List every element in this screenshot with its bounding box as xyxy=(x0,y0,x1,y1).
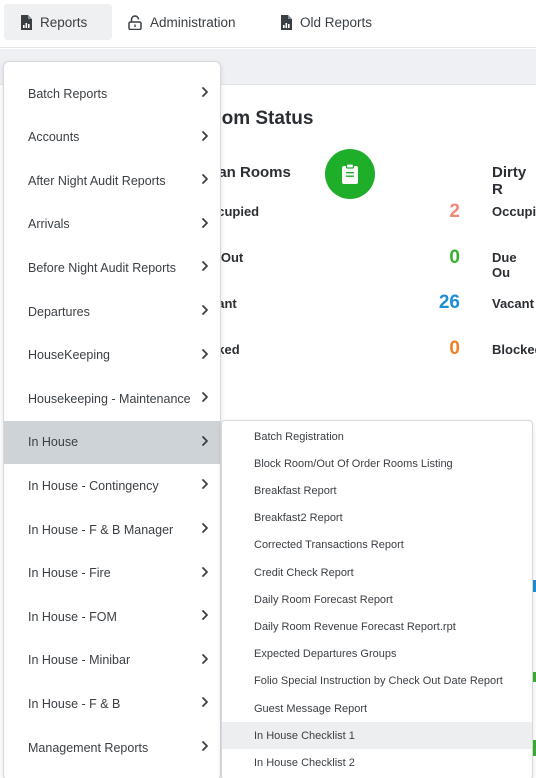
menu-item-label: In House - F & B xyxy=(28,696,121,711)
dirty-due-out-label: Due Ou xyxy=(492,250,517,280)
submenu-item-label: Expected Departures Groups xyxy=(254,648,397,661)
chevron-right-icon xyxy=(202,523,208,533)
tab-reports-label: Reports xyxy=(40,14,88,30)
tab-administration[interactable]: Administration xyxy=(128,4,258,40)
clipboard-icon xyxy=(325,149,375,199)
chevron-right-icon xyxy=(202,174,208,185)
menu-item-label: Arrivals xyxy=(28,217,70,232)
menu-item-label: In House - FOM xyxy=(28,609,117,624)
submenu-item-label: Folio Special Instruction by Check Out D… xyxy=(254,675,503,688)
dirty-rooms-heading: Dirty R xyxy=(492,164,527,198)
in-house-submenu: Batch Registration Block Room/Out Of Orde… xyxy=(221,420,533,778)
chevron-right-icon xyxy=(202,697,208,708)
report-file-icon xyxy=(281,14,292,30)
menu-item-housekeeping[interactable]: HouseKeeping xyxy=(4,334,220,377)
submenu-item-label: Daily Room Revenue Forecast Report.rpt xyxy=(254,620,456,633)
menu-item-in-house-f-b[interactable]: In House - F & B xyxy=(4,682,220,725)
submenu-item-daily-room-forecast-report[interactable]: Daily Room Forecast Report xyxy=(222,586,532,613)
dirty-vacant-label: Vacant xyxy=(492,296,534,311)
submenu-item-breakfast2-report[interactable]: Breakfast2 Report xyxy=(222,505,532,532)
submenu-item-batch-registration[interactable]: Batch Registration xyxy=(222,423,532,450)
menu-item-in-house-minibar[interactable]: In House - Minibar xyxy=(4,639,220,682)
menu-item-departures[interactable]: Departures xyxy=(4,290,220,333)
menu-item-label: In House - Fire xyxy=(28,566,111,581)
menu-item-label: After Night Audit Reports xyxy=(28,173,166,188)
chevron-right-icon xyxy=(202,479,208,490)
submenu-item-label: Credit Check Report xyxy=(254,566,354,579)
menu-item-in-house[interactable]: In House xyxy=(4,420,220,464)
menu-item-in-house-fire[interactable]: In House - Fire xyxy=(4,552,220,595)
submenu-item-label: Daily Room Forecast Report xyxy=(254,593,393,606)
dirty-occupied-label: Occupie xyxy=(492,204,536,219)
dirty-blocked-label: Blocked xyxy=(492,342,536,357)
submenu-item-label: In House Checklist 1 xyxy=(254,729,355,742)
clean-vacant-value[interactable]: 26 xyxy=(420,292,460,314)
submenu-item-label: Batch Registration xyxy=(254,430,344,443)
submenu-item-credit-check-report[interactable]: Credit Check Report xyxy=(222,559,532,586)
clean-rooms-heading: ean Rooms xyxy=(210,164,291,181)
menu-item-label: Departures xyxy=(28,304,90,319)
submenu-item-expected-departures-groups[interactable]: Expected Departures Groups xyxy=(222,641,532,668)
chevron-right-icon xyxy=(202,130,208,141)
menu-item-after-night-audit-reports[interactable]: After Night Audit Reports xyxy=(4,159,220,202)
tab-old-reports[interactable]: Old Reports xyxy=(280,4,390,40)
reports-dropdown-menu: Batch Reports Accounts After Night Audit R… xyxy=(3,61,221,778)
menu-item-label: Accounts xyxy=(28,130,80,145)
menu-item-management-reports[interactable]: Management Reports xyxy=(4,726,220,769)
chevron-right-icon xyxy=(202,741,208,751)
chevron-right-icon xyxy=(202,261,208,272)
menu-item-label: In House - Minibar xyxy=(28,653,131,668)
menu-item-in-house-f-b-manager[interactable]: In House - F & B Manager xyxy=(4,508,220,551)
submenu-item-folio-special-instruction-by-check-out-date-report[interactable]: Folio Special Instruction by Check Out D… xyxy=(222,668,532,695)
submenu-item-in-house-checklist-2[interactable]: In House Checklist 2 xyxy=(222,749,532,776)
menu-item-accounts[interactable]: Accounts xyxy=(4,116,220,159)
menu-item-label: In House - Contingency xyxy=(28,478,159,493)
clean-due-out-value[interactable]: 0 xyxy=(420,247,460,269)
menu-item-label: In House xyxy=(28,435,79,450)
menu-item-housekeeping-maintenance[interactable]: Housekeeping - Maintenance xyxy=(4,377,220,420)
menu-item-label: HouseKeeping xyxy=(28,348,111,363)
menu-item-label: Before Night Audit Reports xyxy=(28,260,176,275)
submenu-item-label: Corrected Transactions Report xyxy=(254,539,404,552)
menu-item-label: Management Reports xyxy=(28,740,149,755)
submenu-item-breakfast-report[interactable]: Breakfast Report xyxy=(222,477,532,504)
chevron-right-icon xyxy=(202,87,208,97)
submenu-item-label: Block Room/Out Of Order Rooms Listing xyxy=(254,457,453,470)
chevron-right-icon xyxy=(202,653,208,664)
top-nav: Reports Administration Old Reports xyxy=(0,0,536,48)
submenu-item-label: Breakfast2 Report xyxy=(254,512,343,525)
menu-item-label: In House - F & B Manager xyxy=(28,522,174,537)
chevron-right-icon xyxy=(202,217,208,228)
tab-reports[interactable]: Reports xyxy=(4,4,112,40)
room-status-title: oom Status xyxy=(210,108,314,129)
submenu-item-label: In House Checklist 2 xyxy=(254,756,355,769)
submenu-item-daily-room-revenue-forecast-report-rpt[interactable]: Daily Room Revenue Forecast Report.rpt xyxy=(222,613,532,640)
chevron-right-icon xyxy=(202,566,208,577)
menu-item-label: Housekeeping - Maintenance xyxy=(28,391,191,406)
clean-occupied-value[interactable]: 2 xyxy=(420,201,460,223)
chevron-right-icon xyxy=(202,392,208,403)
submenu-item-label: Guest Message Report xyxy=(254,702,368,715)
submenu-item-in-house-checklist-1[interactable]: In House Checklist 1 xyxy=(222,722,532,750)
submenu-item-block-room-out-of-order-rooms-listing[interactable]: Block Room/Out Of Order Rooms Listing xyxy=(222,450,532,477)
chevron-right-icon xyxy=(202,348,208,359)
lock-icon xyxy=(128,14,142,30)
submenu-item-label: Breakfast Report xyxy=(254,484,337,497)
submenu-item-guest-message-report[interactable]: Guest Message Report xyxy=(222,695,532,722)
chevron-right-icon xyxy=(202,305,208,315)
tab-administration-label: Administration xyxy=(150,14,236,30)
menu-item-in-house-contingency[interactable]: In House - Contingency xyxy=(4,464,220,507)
chevron-right-icon xyxy=(202,435,208,446)
tab-old-reports-label: Old Reports xyxy=(300,14,373,30)
chevron-right-icon xyxy=(202,610,208,621)
menu-item-batch-reports[interactable]: Batch Reports xyxy=(4,72,220,115)
menu-item-arrivals[interactable]: Arrivals xyxy=(4,203,220,246)
clean-blocked-value[interactable]: 0 xyxy=(420,338,460,360)
menu-item-in-house-fom[interactable]: In House - FOM xyxy=(4,595,220,638)
submenu-item-corrected-transactions-report[interactable]: Corrected Transactions Report xyxy=(222,532,532,559)
menu-item-label: Batch Reports xyxy=(28,86,108,101)
menu-item-before-night-audit-reports[interactable]: Before Night Audit Reports xyxy=(4,246,220,289)
report-file-icon xyxy=(21,14,32,30)
